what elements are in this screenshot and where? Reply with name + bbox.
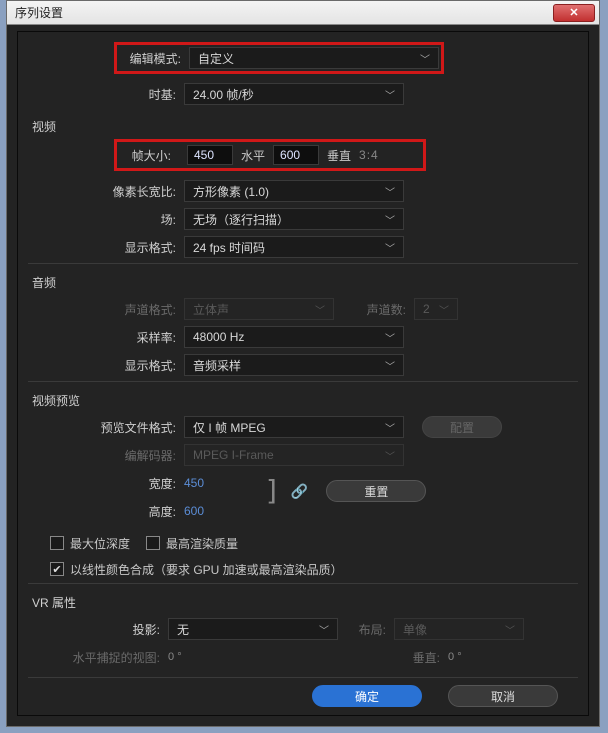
chevron-down-icon: ﹀ [385,212,395,227]
linear-composite-label: 以线性颜色合成（要求 GPU 加速或最高渲染品质） [70,561,343,578]
chevron-down-icon: ﹀ [385,330,395,345]
chevron-down-icon: ﹀ [315,302,325,317]
pixel-aspect-select[interactable]: 方形像素 (1.0) ﹀ [184,180,404,202]
section-vr: VR 属性 [32,594,578,611]
h-capture-label: 水平捕捉的视图: [28,649,168,666]
chevron-down-icon: ﹀ [505,622,515,637]
dialog-window: 序列设置 ✕ 编辑模式: 自定义 ﹀ 时基: 24.00 帧/秒 ﹀ 视频 [6,0,600,727]
chevron-down-icon: ﹀ [385,358,395,373]
v-capture-value: 0 ° [448,651,578,663]
section-video: 视频 [32,118,578,135]
configure-button: 配置 [422,416,502,438]
footer: 确定 取消 [18,685,588,707]
chevron-down-icon: ﹀ [385,240,395,255]
audio-display-format-select[interactable]: 音频采样 ﹀ [184,354,404,376]
timebase-label: 时基: [28,86,184,103]
timebase-value: 24.00 帧/秒 [193,86,254,103]
fields-select[interactable]: 无场（逐行扫描） ﹀ [184,208,404,230]
ok-button[interactable]: 确定 [312,685,422,707]
sample-rate-value: 48000 Hz [193,330,244,344]
max-render-quality-checkbox[interactable] [146,536,160,550]
section-preview: 视频预览 [32,392,578,409]
dialog-body: 编辑模式: 自定义 ﹀ 时基: 24.00 帧/秒 ﹀ 视频 帧大小: 水平 [17,31,589,716]
max-bit-depth-label: 最大位深度 [70,535,130,552]
h-capture-value: 0 ° [168,651,182,663]
linear-composite-checkbox[interactable]: ✔ [50,562,64,576]
timebase-select[interactable]: 24.00 帧/秒 ﹀ [184,83,404,105]
fields-label: 场: [28,211,184,228]
titlebar: 序列设置 ✕ [7,1,599,25]
chevron-down-icon: ﹀ [385,87,395,102]
fields-value: 无场（逐行扫描） [193,211,289,228]
layout-value: 单像 [403,621,427,638]
preview-file-format-select[interactable]: 仅 I 帧 MPEG ﹀ [184,416,404,438]
channel-format-select: 立体声 ﹀ [184,298,334,320]
channel-count-select: 2 ﹀ [414,298,458,320]
link-icon[interactable]: 🔗 [291,483,308,500]
audio-display-format-label: 显示格式: [28,357,184,374]
channel-count-value: 2 [423,302,430,316]
aspect-ratio: 3:4 [359,148,379,162]
channel-count-label: 声道数: [334,301,414,318]
pixel-aspect-label: 像素长宽比: [28,183,184,200]
cancel-button[interactable]: 取消 [448,685,558,707]
highlight-frame-size: 帧大小: 水平 垂直 3:4 [114,139,426,171]
chevron-down-icon: ﹀ [319,622,329,637]
projection-label: 投影: [28,621,168,638]
bracket-icon: ] [264,484,281,498]
vertical-label: 垂直 [327,147,351,164]
chevron-down-icon: ﹀ [385,448,395,463]
edit-mode-select[interactable]: 自定义 ﹀ [189,47,439,69]
frame-size-label: 帧大小: [119,147,179,164]
edit-mode-label: 编辑模式: [119,50,189,67]
sample-rate-select[interactable]: 48000 Hz ﹀ [184,326,404,348]
codec-select: MPEG I-Frame ﹀ [184,444,404,466]
v-capture-label: 垂直: [392,649,448,666]
chevron-down-icon: ﹀ [385,420,395,435]
preview-width-value[interactable]: 450 [184,476,204,490]
close-button[interactable]: ✕ [553,4,595,22]
edit-mode-value: 自定义 [198,50,234,67]
audio-display-format-value: 音频采样 [193,357,241,374]
window-title: 序列设置 [11,4,553,21]
channel-format-label: 声道格式: [28,301,184,318]
preview-file-format-value: 仅 I 帧 MPEG [193,419,266,436]
reset-button[interactable]: 重置 [326,480,426,502]
projection-select[interactable]: 无 ﹀ [168,618,338,640]
preview-width-label: 宽度: [28,475,184,492]
codec-value: MPEG I-Frame [193,448,274,462]
section-audio: 音频 [32,274,578,291]
pixel-aspect-value: 方形像素 (1.0) [193,183,269,200]
codec-label: 编解码器: [28,447,184,464]
max-bit-depth-checkbox[interactable] [50,536,64,550]
highlight-edit-mode: 编辑模式: 自定义 ﹀ [114,42,444,74]
layout-select: 单像 ﹀ [394,618,524,640]
chevron-down-icon: ﹀ [385,184,395,199]
video-display-format-value: 24 fps 时间码 [193,239,265,256]
frame-height-input[interactable] [273,145,319,165]
max-render-quality-label: 最高渲染质量 [166,535,238,552]
sample-rate-label: 采样率: [28,329,184,346]
preview-height-label: 高度: [28,503,184,520]
projection-value: 无 [177,621,189,638]
preview-height-value[interactable]: 600 [184,504,204,518]
preview-file-format-label: 预览文件格式: [28,419,184,436]
chevron-down-icon: ﹀ [420,51,430,66]
frame-width-input[interactable] [187,145,233,165]
channel-format-value: 立体声 [193,301,229,318]
video-display-format-select[interactable]: 24 fps 时间码 ﹀ [184,236,404,258]
horizontal-label: 水平 [241,147,265,164]
video-display-format-label: 显示格式: [28,239,184,256]
chevron-down-icon: ﹀ [439,302,449,317]
layout-label: 布局: [338,621,394,638]
